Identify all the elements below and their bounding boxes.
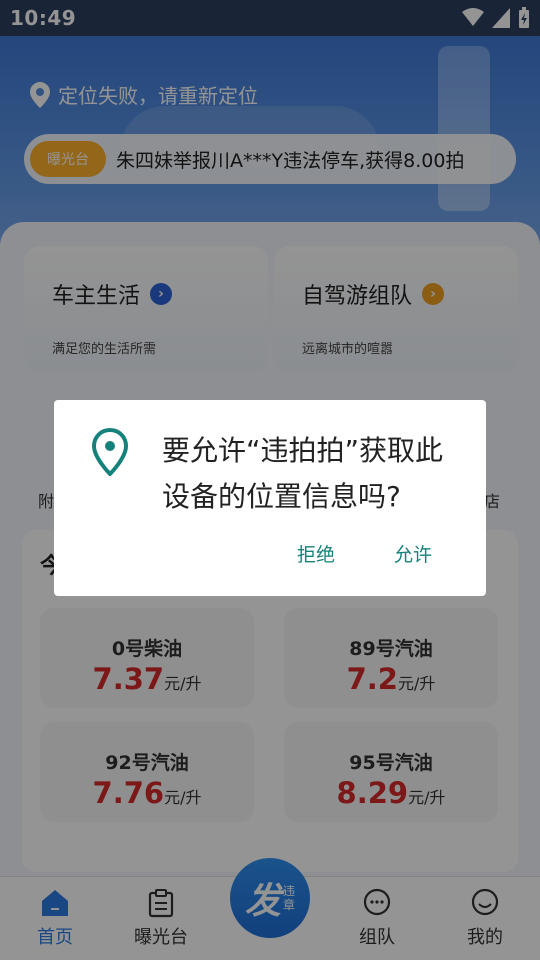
deny-button[interactable]: 拒绝 [297, 540, 335, 567]
location-pin-icon [92, 428, 128, 476]
dialog-message: 要允许“违拍拍”获取此设备的位置信息吗? [162, 434, 444, 513]
location-permission-dialog: 要允许“违拍拍”获取此设备的位置信息吗? 拒绝 允许 [54, 400, 486, 596]
allow-button[interactable]: 允许 [394, 540, 432, 567]
